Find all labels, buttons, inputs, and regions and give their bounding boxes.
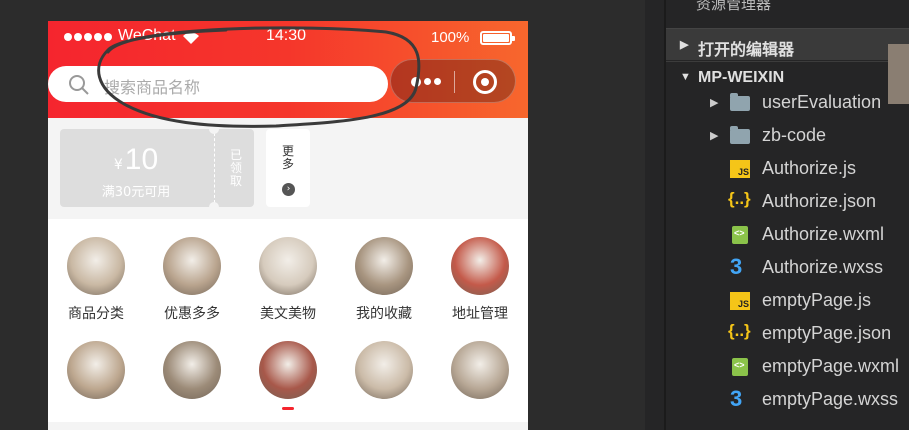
status-time: 14:30 xyxy=(266,27,307,44)
grid-item-image xyxy=(67,237,125,295)
grid-item[interactable]: 优惠多多 xyxy=(144,237,240,323)
grid-item-image xyxy=(259,341,317,399)
file-name: emptyPage.wxml xyxy=(762,356,900,376)
file-item[interactable]: Authorize.wxml xyxy=(664,219,909,252)
folder-icon xyxy=(730,93,750,111)
css-file-icon: 3 xyxy=(730,254,743,279)
folder-icon xyxy=(730,126,750,144)
file-item[interactable]: 3 Authorize.wxss xyxy=(664,252,909,285)
chevron-down-icon: ▼ xyxy=(680,71,691,83)
grid-item[interactable] xyxy=(432,341,528,407)
js-file-icon: JS xyxy=(730,292,750,310)
file-name: emptyPage.wxss xyxy=(762,389,899,409)
grid-item-label: 地址管理 xyxy=(452,306,508,322)
grid-item[interactable]: 美文美物 xyxy=(240,237,336,323)
json-file-icon: {..} xyxy=(728,189,751,208)
file-name: Authorize.wxss xyxy=(762,257,884,277)
grid-item[interactable] xyxy=(48,341,144,407)
grid-item[interactable] xyxy=(240,341,336,407)
capsule-divider xyxy=(454,71,455,93)
wifi-icon xyxy=(183,32,199,44)
project-label: MP-WEIXIN xyxy=(698,69,785,86)
signal-icon xyxy=(64,33,112,41)
file-item[interactable]: JS Authorize.js xyxy=(664,153,909,186)
file-name: emptyPage.js xyxy=(762,290,872,310)
search-input[interactable]: 搜索商品名称 xyxy=(48,66,388,102)
content-below xyxy=(48,422,528,430)
category-grid: 商品分类 优惠多多 美文美物 我的收藏 地址管理 xyxy=(48,219,528,422)
file-name: emptyPage.json xyxy=(762,323,892,343)
file-item[interactable]: {..} emptyPage.json xyxy=(664,318,909,351)
chevron-right-icon: ▶ xyxy=(680,39,689,51)
grid-item-image xyxy=(355,341,413,399)
grid-item-image xyxy=(355,237,413,295)
coupon-notch xyxy=(209,124,219,134)
carrier-name: WeChat xyxy=(118,27,176,44)
status-bar: WeChat 14:30 100% xyxy=(48,21,528,55)
coupon-card[interactable]: ¥10 满30元可用 已领取 xyxy=(60,124,254,212)
folder-item[interactable]: ▶ zb-code xyxy=(664,120,909,153)
folder-item[interactable]: ▶ userEvaluation xyxy=(664,87,909,120)
open-editors-section[interactable]: ▶ 打开的编辑器 xyxy=(666,28,909,60)
coupon-amount: 10 xyxy=(124,143,159,176)
js-file-icon: JS xyxy=(730,160,750,178)
grid-item[interactable] xyxy=(336,341,432,407)
miniprogram-capsule xyxy=(390,59,516,103)
chevron-right-icon: ▶ xyxy=(710,97,719,109)
battery-percent: 100% xyxy=(431,29,470,46)
grid-item-image xyxy=(451,237,509,295)
grid-item[interactable]: 我的收藏 xyxy=(336,237,432,323)
more-label: 更多 xyxy=(281,144,294,171)
grid-item[interactable]: 商品分类 xyxy=(48,237,144,323)
grid-item-label: 美文美物 xyxy=(260,306,316,322)
file-item[interactable]: 3 emptyPage.wxss xyxy=(664,384,909,417)
file-item[interactable]: JS emptyPage.js xyxy=(664,285,909,318)
coupon-notch xyxy=(209,202,219,212)
close-miniprogram-icon[interactable] xyxy=(473,70,497,94)
more-coupons-button[interactable]: 更多 › xyxy=(266,129,310,207)
grid-item-label: 商品分类 xyxy=(68,306,124,322)
grid-item-label: 我的收藏 xyxy=(356,306,412,322)
coupon-price: ¥10 xyxy=(60,143,212,177)
chevron-right-icon: › xyxy=(282,183,295,196)
search-placeholder: 搜索商品名称 xyxy=(104,78,201,97)
json-file-icon: {..} xyxy=(728,321,751,340)
grid-item[interactable] xyxy=(144,341,240,407)
coupon-claim-label: 已领取 xyxy=(229,148,242,188)
image-preview-edge xyxy=(888,44,909,104)
grid-item[interactable]: 地址管理 xyxy=(432,237,528,323)
grid-item-image xyxy=(259,237,317,295)
page-indicator xyxy=(282,407,294,410)
search-icon xyxy=(69,75,89,95)
file-name: zb-code xyxy=(762,125,827,145)
file-name: Authorize.wxml xyxy=(762,224,885,244)
file-name: Authorize.json xyxy=(762,191,877,211)
editor-gutter xyxy=(645,0,664,430)
header-bar: WeChat 14:30 100% 搜索商品名称 xyxy=(48,21,528,118)
file-name: userEvaluation xyxy=(762,92,882,112)
grid-item-image xyxy=(163,341,221,399)
coupon-condition: 满30元可用 xyxy=(101,185,171,200)
file-item[interactable]: emptyPage.wxml xyxy=(664,351,909,384)
file-item[interactable]: {..} Authorize.json xyxy=(664,186,909,219)
chevron-right-icon: ▶ xyxy=(710,130,719,142)
grid-item-image xyxy=(67,341,125,399)
css-file-icon: 3 xyxy=(730,386,743,411)
explorer-panel: 资源管理器 ▶ 打开的编辑器 ▼ MP-WEIXIN ▶ userEvaluati… xyxy=(664,0,909,430)
explorer-title: 资源管理器 xyxy=(696,0,772,13)
battery-icon xyxy=(480,31,515,45)
wxml-file-icon xyxy=(732,358,748,376)
wxml-file-icon xyxy=(732,226,748,244)
coupon-divider xyxy=(214,133,215,203)
phone-screen: WeChat 14:30 100% 搜索商品名称 ¥10 满30元可用 已领取 … xyxy=(48,21,528,430)
more-menu-icon[interactable] xyxy=(411,76,441,87)
grid-item-image xyxy=(163,237,221,295)
coupon-currency: ¥ xyxy=(113,157,123,173)
open-editors-label: 打开的编辑器 xyxy=(698,42,795,59)
file-name: Authorize.js xyxy=(762,158,857,178)
grid-item-image xyxy=(451,341,509,399)
grid-item-label: 优惠多多 xyxy=(164,306,220,322)
